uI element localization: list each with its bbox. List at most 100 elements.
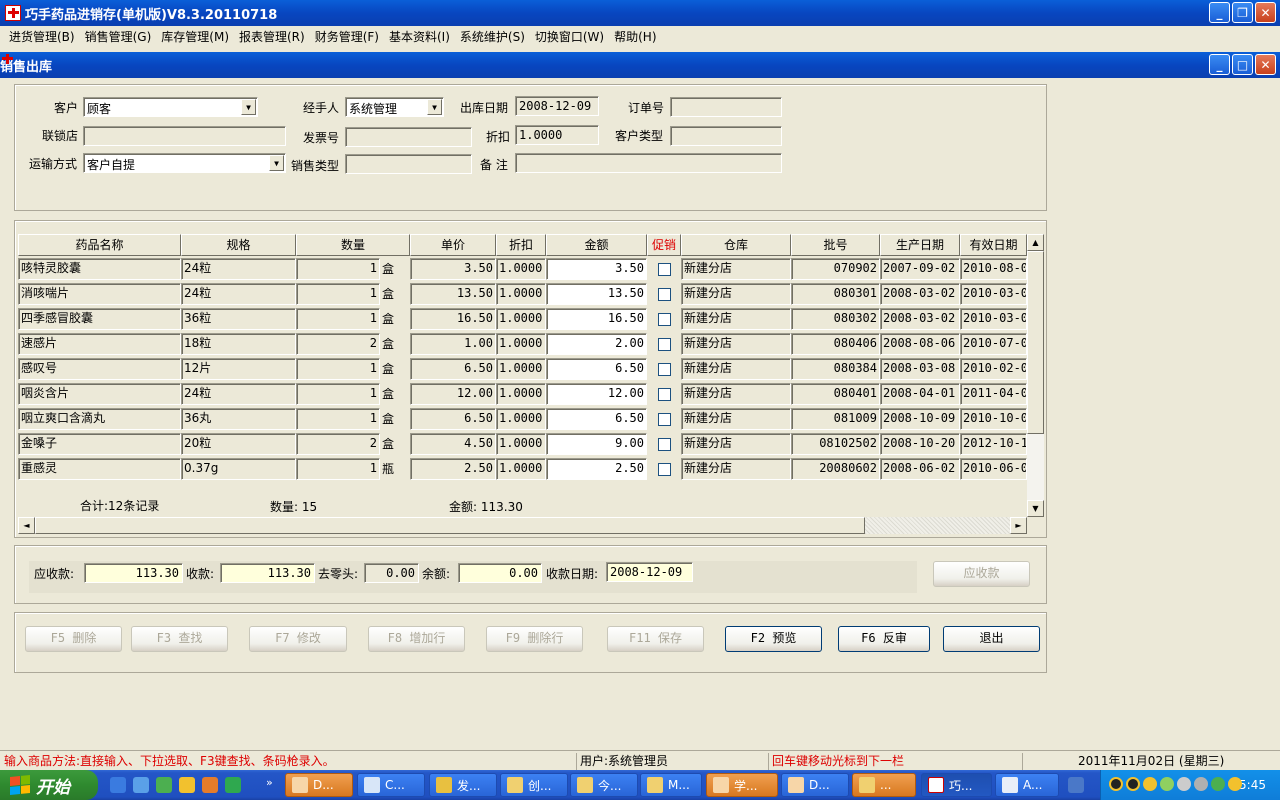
receivable-field[interactable]: 113.30 bbox=[84, 563, 183, 583]
cell-discount[interactable]: 1.0000 bbox=[496, 383, 546, 405]
invoice-field[interactable] bbox=[345, 127, 472, 147]
order-no-field[interactable] bbox=[670, 97, 782, 117]
promo-checkbox[interactable] bbox=[657, 462, 671, 476]
cell-exp-date[interactable]: 2011-04-0 bbox=[960, 383, 1027, 405]
find-button[interactable]: F3 查找 bbox=[131, 626, 228, 652]
discount-field[interactable]: 1.0000 bbox=[515, 125, 599, 145]
tray-security-icon[interactable] bbox=[1211, 777, 1225, 791]
volume-icon[interactable] bbox=[1177, 777, 1191, 791]
pay-date-field[interactable]: 2008-12-09 bbox=[606, 562, 693, 582]
cell-price[interactable]: 4.50 bbox=[410, 433, 496, 455]
task-9[interactable]: ... bbox=[852, 773, 916, 797]
chevron-down-icon[interactable]: ▼ bbox=[427, 99, 442, 115]
hscroll-thumb[interactable] bbox=[35, 517, 865, 534]
cell-qty[interactable]: 1 bbox=[296, 308, 380, 330]
modify-button[interactable]: F7 修改 bbox=[249, 626, 347, 652]
cell-batch[interactable]: 080301 bbox=[791, 283, 880, 305]
cell-promo[interactable] bbox=[647, 258, 681, 280]
cell-batch[interactable]: 20080602 bbox=[791, 458, 880, 480]
delete-button[interactable]: F5 删除 bbox=[25, 626, 122, 652]
child-titlebar[interactable]: 销售出库 _ □ ✕ bbox=[0, 52, 1280, 78]
received-field[interactable]: 113.30 bbox=[220, 563, 315, 583]
cell-amount[interactable]: 6.50 bbox=[546, 358, 647, 380]
cell-qty[interactable]: 1 bbox=[296, 358, 380, 380]
table-row[interactable]: 咽立爽口含滴丸 36丸 1 盒 6.50 1.0000 6.50 新建分店 081009 2008… bbox=[18, 408, 1027, 430]
cell-promo[interactable] bbox=[647, 333, 681, 355]
cell-exp-date[interactable]: 2010-03-0 bbox=[960, 308, 1027, 330]
promo-checkbox[interactable] bbox=[657, 412, 671, 426]
qq-icon[interactable] bbox=[1109, 777, 1123, 791]
promo-checkbox[interactable] bbox=[657, 287, 671, 301]
task-6[interactable]: M... bbox=[640, 773, 702, 797]
scroll-left-icon[interactable]: ◄ bbox=[18, 517, 35, 534]
cell-mfg-date[interactable]: 2008-10-20 bbox=[880, 433, 960, 455]
cell-spec[interactable]: 20粒 bbox=[181, 433, 296, 455]
cell-warehouse[interactable]: 新建分店 bbox=[681, 308, 791, 330]
cell-price[interactable]: 3.50 bbox=[410, 258, 496, 280]
handler-combo[interactable]: 系统管理 ▼ bbox=[345, 97, 444, 117]
app-quicklaunch-icon[interactable] bbox=[179, 777, 195, 793]
cell-promo[interactable] bbox=[647, 283, 681, 305]
cell-qty[interactable]: 2 bbox=[296, 333, 380, 355]
table-row[interactable]: 速感片 18粒 2 盒 1.00 1.0000 2.00 新建分店 080406 2008-08-… bbox=[18, 333, 1027, 355]
promo-checkbox[interactable] bbox=[657, 312, 671, 326]
cell-qty[interactable]: 1 bbox=[296, 283, 380, 305]
cell-amount[interactable]: 12.00 bbox=[546, 383, 647, 405]
cell-discount[interactable]: 1.0000 bbox=[496, 458, 546, 480]
cell-batch[interactable]: 080406 bbox=[791, 333, 880, 355]
scroll-thumb[interactable] bbox=[1027, 251, 1044, 434]
cell-batch[interactable]: 070902 bbox=[791, 258, 880, 280]
promo-checkbox[interactable] bbox=[657, 362, 671, 376]
tray-app-icon[interactable] bbox=[1194, 777, 1208, 791]
menu-finance[interactable]: 财务管理(F) bbox=[310, 28, 384, 45]
menu-system[interactable]: 系统维护(S) bbox=[455, 28, 530, 45]
cell-promo[interactable] bbox=[647, 458, 681, 480]
menu-basic-data[interactable]: 基本资料(I) bbox=[384, 28, 455, 45]
cell-name[interactable]: 速感片 bbox=[18, 333, 181, 355]
cell-spec[interactable]: 18粒 bbox=[181, 333, 296, 355]
chevron-down-icon[interactable]: ▼ bbox=[241, 99, 256, 115]
cell-discount[interactable]: 1.0000 bbox=[496, 433, 546, 455]
close-button[interactable]: ✕ bbox=[1255, 2, 1276, 23]
task-3[interactable]: 发... bbox=[429, 773, 497, 797]
add-row-button[interactable]: F8 增加行 bbox=[368, 626, 465, 652]
grid-horizontal-scrollbar[interactable]: ◄ ► bbox=[18, 517, 1027, 534]
col-header-amount[interactable]: 金额 bbox=[546, 234, 647, 256]
cell-amount[interactable]: 2.50 bbox=[546, 458, 647, 480]
cell-spec[interactable]: 24粒 bbox=[181, 383, 296, 405]
receivable-button[interactable]: 应收款 bbox=[933, 561, 1030, 587]
col-header-promo[interactable]: 促销 bbox=[647, 234, 681, 256]
transport-combo[interactable]: 客户自提 ▼ bbox=[83, 153, 286, 173]
cell-mfg-date[interactable]: 2008-03-08 bbox=[880, 358, 960, 380]
cell-mfg-date[interactable]: 2008-03-02 bbox=[880, 283, 960, 305]
task-2[interactable]: C... bbox=[357, 773, 425, 797]
col-header-batch[interactable]: 批号 bbox=[791, 234, 880, 256]
cell-batch[interactable]: 080384 bbox=[791, 358, 880, 380]
cell-name[interactable]: 咽炎含片 bbox=[18, 383, 181, 405]
cell-name[interactable]: 四季感冒胶囊 bbox=[18, 308, 181, 330]
cell-warehouse[interactable]: 新建分店 bbox=[681, 458, 791, 480]
child-close-button[interactable]: ✕ bbox=[1255, 54, 1276, 75]
col-header-warehouse[interactable]: 仓库 bbox=[681, 234, 791, 256]
promo-checkbox[interactable] bbox=[657, 387, 671, 401]
cell-name[interactable]: 重感灵 bbox=[18, 458, 181, 480]
cell-warehouse[interactable]: 新建分店 bbox=[681, 283, 791, 305]
col-header-mfg-date[interactable]: 生产日期 bbox=[880, 234, 960, 256]
table-row[interactable]: 四季感冒胶囊 36粒 1 盒 16.50 1.0000 16.50 新建分店 080302 200… bbox=[18, 308, 1027, 330]
cell-discount[interactable]: 1.0000 bbox=[496, 408, 546, 430]
promo-checkbox[interactable] bbox=[657, 337, 671, 351]
col-header-exp-date[interactable]: 有效日期 bbox=[960, 234, 1027, 256]
cell-mfg-date[interactable]: 2008-10-09 bbox=[880, 408, 960, 430]
table-row[interactable]: 消咳喘片 24粒 1 盒 13.50 1.0000 13.50 新建分店 080301 2008-… bbox=[18, 283, 1027, 305]
cell-price[interactable]: 12.00 bbox=[410, 383, 496, 405]
cell-discount[interactable]: 1.0000 bbox=[496, 333, 546, 355]
balance-field[interactable]: 0.00 bbox=[458, 563, 542, 583]
task-5[interactable]: 今... bbox=[570, 773, 638, 797]
cell-price[interactable]: 6.50 bbox=[410, 408, 496, 430]
cell-amount[interactable]: 2.00 bbox=[546, 333, 647, 355]
menu-help[interactable]: 帮助(H) bbox=[609, 28, 661, 45]
col-header-spec[interactable]: 规格 bbox=[181, 234, 296, 256]
col-header-qty[interactable]: 数量 bbox=[296, 234, 410, 256]
cell-warehouse[interactable]: 新建分店 bbox=[681, 408, 791, 430]
ie-icon[interactable] bbox=[133, 777, 149, 793]
